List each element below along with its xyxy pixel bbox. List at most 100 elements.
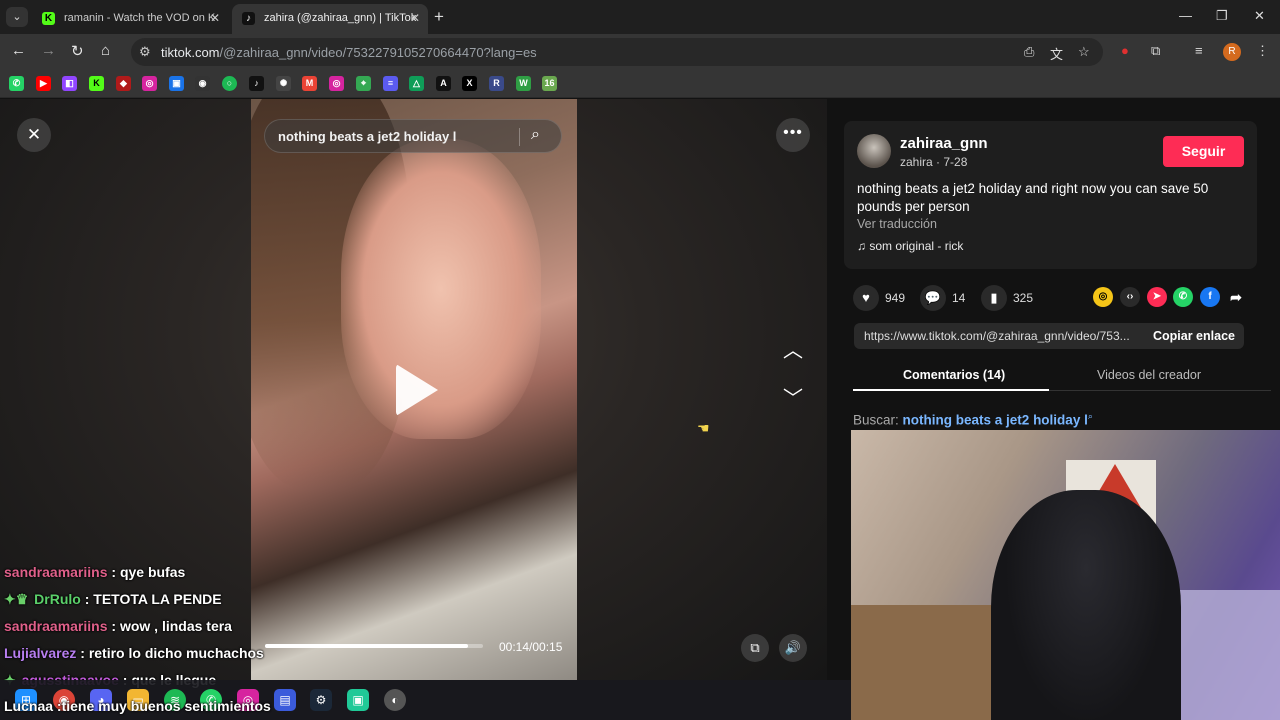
tab-title: ramanin - Watch the VOD on K xyxy=(64,12,216,24)
youtube-icon[interactable]: ▶ xyxy=(36,76,51,91)
close-video-button[interactable]: ✕ xyxy=(17,118,51,152)
chat-message: Lujialvarez : retiro lo dicho muchachos xyxy=(4,645,264,661)
tab-kick[interactable]: K ramanin - Watch the VOD on K ✕ xyxy=(32,4,228,34)
chevron-up-icon[interactable]: ︿ xyxy=(781,334,805,362)
send-icon[interactable]: ➤ xyxy=(1147,287,1167,307)
share-link-url[interactable]: https://www.tiktok.com/@zahiraa_gnn/vide… xyxy=(864,329,1139,343)
pip-icon[interactable]: ⧉ xyxy=(741,634,769,662)
browser-toolbar: ← → ↻ ⌂ ⚙ tiktok.com/@zahiraa_gnn/video/… xyxy=(0,34,1280,70)
close-icon[interactable]: ✕ xyxy=(210,4,220,32)
site-info-icon[interactable]: ⚙ xyxy=(139,44,151,60)
coin-icon[interactable]: ◎ xyxy=(1093,287,1113,307)
tab-creator-videos[interactable]: Videos del creador xyxy=(1097,368,1201,382)
video-search-bar[interactable]: nothing beats a jet2 holiday l ⌕ xyxy=(264,119,562,153)
follow-button[interactable]: Seguir xyxy=(1163,136,1244,167)
minimize-icon[interactable]: — xyxy=(1179,8,1192,23)
save-button[interactable]: ▮ 325 xyxy=(981,285,1033,311)
embed-icon[interactable]: ‹› xyxy=(1120,287,1140,307)
address-bar[interactable]: ⚙ tiktok.com/@zahiraa_gnn/video/75322791… xyxy=(131,38,1103,66)
install-icon[interactable]: ⎙ xyxy=(1024,44,1034,60)
close-icon[interactable]: ✕ xyxy=(410,4,420,32)
comment-count: 14 xyxy=(952,291,966,305)
share-arrow-icon[interactable]: ➦ xyxy=(1226,287,1246,307)
tiktok-icon[interactable]: ♪ xyxy=(249,76,264,91)
drive-icon[interactable]: △ xyxy=(409,76,424,91)
more-options-button[interactable]: ••• xyxy=(776,118,810,152)
instagram-icon[interactable]: ◎ xyxy=(329,76,344,91)
search-query-link[interactable]: nothing beats a jet2 holiday l xyxy=(903,413,1088,428)
video-frame-face xyxy=(341,139,541,439)
profile-avatar[interactable]: R xyxy=(1223,43,1241,61)
window-close-icon[interactable]: ✕ xyxy=(1254,8,1265,24)
red-bookmark-icon[interactable]: ◆ xyxy=(116,76,131,91)
whatsapp-icon[interactable]: ✆ xyxy=(1173,287,1193,307)
instagram-icon[interactable]: ◎ xyxy=(142,76,157,91)
play-icon[interactable] xyxy=(396,364,438,416)
facebook-icon[interactable]: f xyxy=(1200,287,1220,307)
twitch-icon[interactable]: ◧ xyxy=(62,76,77,91)
menu-icon[interactable]: ⋮ xyxy=(1256,43,1269,59)
kick-icon[interactable]: K xyxy=(89,76,104,91)
video-description: nothing beats a jet2 holiday and right n… xyxy=(857,181,1209,214)
w-bookmark-icon[interactable]: W xyxy=(516,76,531,91)
media-control-icon[interactable]: ≡ xyxy=(1195,43,1203,58)
comment-search-suggestion[interactable]: Buscar: nothing beats a jet2 holiday l⌕ xyxy=(853,411,1093,428)
sound-link[interactable]: ♫ som original - rick xyxy=(857,239,963,253)
like-button[interactable]: ♥ 949 xyxy=(853,285,905,311)
green-circle-icon[interactable]: ○ xyxy=(222,76,237,91)
whatsapp-icon[interactable]: ✆ xyxy=(9,76,24,91)
16-bookmark-icon[interactable]: 16 xyxy=(542,76,557,91)
chat-message: sandraamariins : qye bufas xyxy=(4,564,186,580)
steam-icon[interactable]: ⚙ xyxy=(310,689,332,711)
avatar[interactable] xyxy=(857,134,891,168)
gmail-icon[interactable]: M xyxy=(302,76,317,91)
chatgpt-icon[interactable]: ✺ xyxy=(276,76,291,91)
translate-icon[interactable]: 文 xyxy=(1050,44,1063,63)
search-divider xyxy=(519,128,520,146)
volume-icon[interactable]: 🔊 xyxy=(779,634,807,662)
heart-icon: ♥ xyxy=(853,285,879,311)
extension-icon[interactable]: ● xyxy=(1121,43,1129,58)
x-icon[interactable]: X xyxy=(462,76,477,91)
obs-icon[interactable]: ◐ xyxy=(384,689,406,711)
see-translation-link[interactable]: Ver traducción xyxy=(857,217,937,231)
webcam-streamer xyxy=(991,490,1181,720)
video-progress-bar[interactable] xyxy=(265,644,483,648)
save-count: 325 xyxy=(1013,291,1034,305)
search-icon[interactable]: ⌕ xyxy=(531,126,540,144)
forward-icon[interactable]: → xyxy=(41,42,56,59)
maximize-icon[interactable]: ❐ xyxy=(1216,8,1228,24)
comment-button[interactable]: 💬 14 xyxy=(920,285,965,311)
chat-message: sandraamariins : wow , lindas tera xyxy=(4,618,232,634)
share-link-box: https://www.tiktok.com/@zahiraa_gnn/vide… xyxy=(854,323,1244,349)
chat-message: Lucnaa :tiene muy buenos sentimientos xyxy=(4,698,271,714)
adobe-icon[interactable]: A xyxy=(436,76,451,91)
bookmarks-bar: ✆ ▶ ◧ K ◆ ◎ ▣ ◉ ○ ♪ ✺ M ◎ ⌖ ≡ △ A X R W … xyxy=(0,70,1280,98)
kick-app-icon[interactable]: ▣ xyxy=(347,689,369,711)
bookmark-icon: ▮ xyxy=(981,285,1007,311)
list-icon[interactable]: ≡ xyxy=(383,76,398,91)
r-bookmark-icon[interactable]: R xyxy=(489,76,504,91)
tab-strip: ⌄ K ramanin - Watch the VOD on K ✕ ♪ zah… xyxy=(0,0,1280,34)
active-tab-indicator xyxy=(853,389,1049,391)
github-icon[interactable]: ◉ xyxy=(195,76,210,91)
tab-comments[interactable]: Comentarios (14) xyxy=(903,368,1005,382)
back-icon[interactable]: ← xyxy=(11,42,26,59)
reload-icon[interactable]: ↻ xyxy=(71,42,84,60)
home-icon[interactable]: ⌂ xyxy=(101,42,110,59)
meet-icon[interactable]: ▣ xyxy=(169,76,184,91)
app-icon[interactable]: ▤ xyxy=(274,689,296,711)
tab-tiktok[interactable]: ♪ zahira (@zahiraa_gnn) | TikTok ✕ xyxy=(232,4,428,34)
extensions-puzzle-icon[interactable]: ⧉ xyxy=(1151,43,1160,59)
creator-username[interactable]: zahiraa_gnn xyxy=(900,135,988,152)
maps-icon[interactable]: ⌖ xyxy=(356,76,371,91)
chat-message: ✦♛ DrRulo : TETOTA LA PENDE xyxy=(4,591,222,607)
tab-search-button[interactable]: ⌄ xyxy=(6,7,28,27)
search-icon: ⌕ xyxy=(1087,411,1093,421)
mouse-cursor-icon: ☚ xyxy=(697,420,710,436)
url-text: tiktok.com/@zahiraa_gnn/video/7532279105… xyxy=(161,45,537,60)
copy-link-button[interactable]: Copiar enlace xyxy=(1153,329,1235,343)
bookmark-star-icon[interactable]: ☆ xyxy=(1078,44,1090,60)
new-tab-button[interactable]: + xyxy=(434,7,444,27)
chevron-down-icon[interactable]: ﹀ xyxy=(781,382,805,410)
